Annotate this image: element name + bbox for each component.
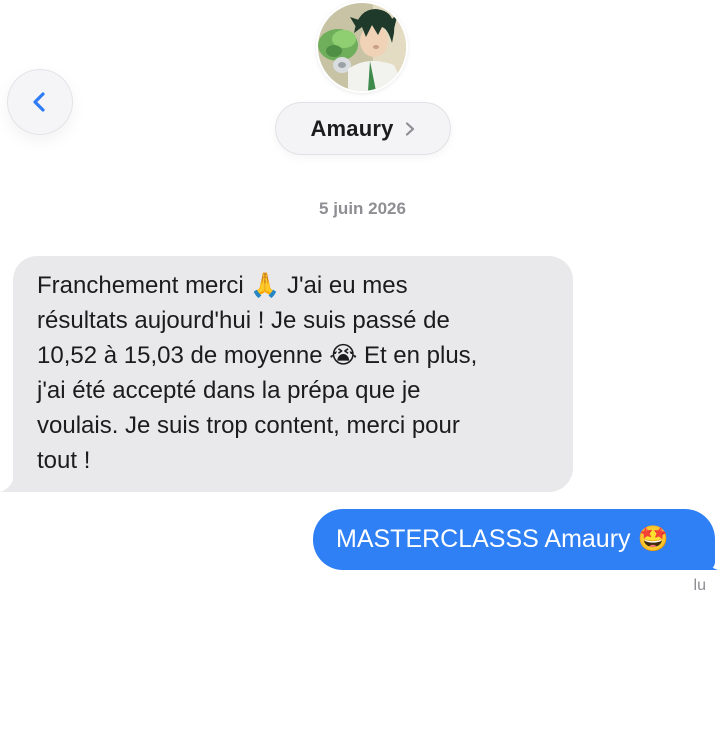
conversation-screen: Amaury 5 juin 2026 Franchement merci 🙏 J…	[0, 0, 719, 730]
chevron-left-icon	[33, 92, 45, 112]
contact-name-button[interactable]: Amaury	[276, 103, 450, 154]
outgoing-message-text: MASTERCLASSS Amaury 🤩	[336, 525, 669, 553]
outgoing-message-bubble[interactable]: MASTERCLASSS Amaury 🤩	[313, 509, 715, 570]
anime-character-avatar	[318, 3, 406, 91]
incoming-message-text: Franchement merci 🙏 J'ai eu mes résultat…	[37, 272, 478, 474]
back-button[interactable]	[8, 70, 72, 134]
read-receipt: lu	[693, 577, 706, 594]
incoming-message-bubble[interactable]: Franchement merci 🙏 J'ai eu mes résultat…	[13, 256, 573, 492]
date-separator: 5 juin 2026	[319, 199, 406, 218]
avatar[interactable]	[318, 3, 406, 91]
chevron-right-icon	[405, 121, 414, 136]
contact-name: Amaury	[310, 115, 394, 141]
